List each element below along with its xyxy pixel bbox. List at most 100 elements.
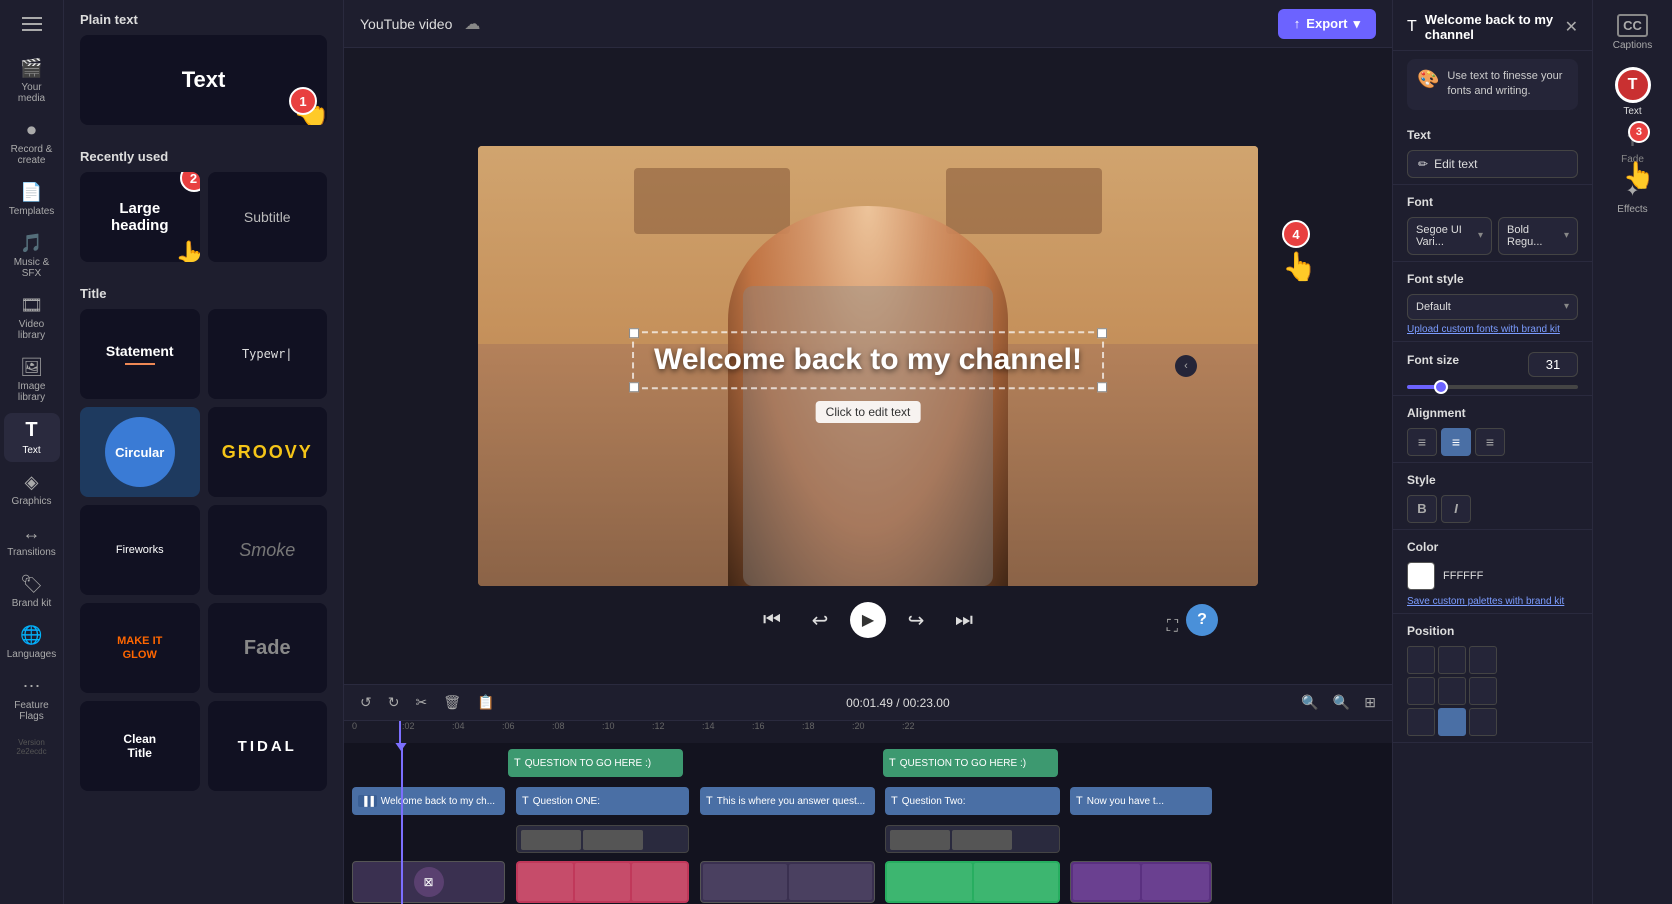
cursor-hand-2: 👆: [175, 239, 200, 262]
kitchen-cabinet: [634, 168, 790, 234]
pos-cell-6[interactable]: [1407, 708, 1435, 736]
font-size-slider[interactable]: [1407, 385, 1578, 389]
text-card-clean-title[interactable]: CleanTitle: [80, 701, 200, 791]
sidebar-hamburger[interactable]: [4, 8, 60, 40]
clip-answer-quest[interactable]: T This is where you answer quest...: [700, 787, 875, 815]
sidebar-item-text[interactable]: T Text: [4, 413, 60, 462]
tooltip-emoji: 🎨: [1417, 69, 1439, 90]
clip-empty-1[interactable]: [516, 825, 689, 853]
text-card-circular[interactable]: Circular: [80, 407, 200, 497]
color-swatch[interactable]: [1407, 562, 1435, 590]
video-clip-green[interactable]: [885, 861, 1060, 903]
handle-br[interactable]: [1097, 382, 1107, 392]
center-column: YouTube video ☁ ↑ Export ▾ 16:9: [344, 0, 1392, 904]
sidebar-item-brand-kit[interactable]: 🏷 Brand kit: [4, 568, 60, 615]
sidebar-item-languages[interactable]: 🌐 Languages: [4, 619, 60, 666]
cut-button[interactable]: ✂: [411, 692, 431, 713]
font-size-thumb[interactable]: [1434, 380, 1448, 394]
canvas-video[interactable]: Welcome back to my channel! Click to edi…: [478, 146, 1258, 586]
playback-controls: ⏮ ↩ ▶ ↪ ⏭: [754, 602, 982, 638]
export-button[interactable]: ↑ Export ▾: [1278, 9, 1376, 39]
text-card-fade[interactable]: Fade: [208, 603, 328, 693]
your-media-icon: 🎬: [20, 58, 42, 79]
font-weight-select[interactable]: Bold Regu... ▾: [1498, 217, 1578, 255]
zoom-out-button[interactable]: 🔍: [1297, 692, 1322, 713]
skip-end-button[interactable]: ⏭: [946, 602, 982, 638]
italic-button[interactable]: I: [1441, 495, 1471, 523]
sidebar-item-feature-flags[interactable]: ⋯ Feature Flags: [4, 670, 60, 728]
pos-cell-4[interactable]: [1438, 677, 1466, 705]
edit-text-button[interactable]: ✏ Edit text: [1407, 150, 1578, 178]
upload-custom-fonts-link[interactable]: Upload custom fonts with brand kit: [1407, 324, 1578, 335]
text-card-large-heading[interactable]: Largeheading 2 👆: [80, 172, 200, 262]
redo-button[interactable]: ↻: [384, 692, 404, 713]
handle-tl[interactable]: [629, 328, 639, 338]
position-title: Position: [1407, 624, 1578, 638]
pos-cell-7[interactable]: [1438, 708, 1466, 736]
clip-question-1[interactable]: T QUESTION TO GO HERE :): [508, 749, 683, 777]
sidebar-item-transitions[interactable]: ↔ Transitions: [4, 517, 60, 564]
bold-button[interactable]: B: [1407, 495, 1437, 523]
text-card-subtitle[interactable]: Subtitle: [208, 172, 328, 262]
align-left-button[interactable]: ≡: [1407, 428, 1437, 456]
font-style-select[interactable]: Default ▾: [1407, 294, 1578, 320]
clip-question-2[interactable]: T QUESTION TO GO HERE :): [883, 749, 1058, 777]
forward-button[interactable]: ↪: [898, 602, 934, 638]
sidebar-item-graphics[interactable]: ◈ Graphics: [4, 466, 60, 513]
text-card-plain[interactable]: Text 1 👆: [80, 35, 327, 125]
text-effects-item[interactable]: T Text: [1597, 61, 1668, 123]
pos-cell-5[interactable]: [1469, 677, 1497, 705]
handle-bl[interactable]: [629, 382, 639, 392]
text-card-makeitglow[interactable]: MAKE ITGLOW: [80, 603, 200, 693]
help-button[interactable]: ?: [1186, 604, 1218, 636]
text-card-typewriter[interactable]: Typewr|: [208, 309, 328, 399]
sidebar-item-templates[interactable]: 📄 Templates: [4, 176, 60, 223]
undo-button[interactable]: ↺: [356, 692, 376, 713]
panel-close-button[interactable]: ✕: [1565, 17, 1578, 37]
pos-cell-0[interactable]: [1407, 646, 1435, 674]
skip-start-button[interactable]: ⏮: [754, 602, 790, 638]
video-clip-pink[interactable]: [516, 861, 689, 903]
clip-question-one[interactable]: T Question ONE:: [516, 787, 689, 815]
sidebar-item-music-sfx[interactable]: 🎵 Music & SFX: [4, 227, 60, 285]
captions-panel-item[interactable]: CC Captions: [1607, 8, 1658, 57]
clip-question-two[interactable]: T Question Two:: [885, 787, 1060, 815]
pos-cell-2[interactable]: [1469, 646, 1497, 674]
video-clip-1[interactable]: ⊠: [352, 861, 505, 903]
sidebar-item-video-library[interactable]: 🎞 Video library: [4, 289, 60, 347]
text-card-statement[interactable]: Statement: [80, 309, 200, 399]
pos-cell-3[interactable]: [1407, 677, 1435, 705]
font-family-select[interactable]: Segoe UI Vari... ▾: [1407, 217, 1492, 255]
delete-button[interactable]: 🗑: [439, 692, 465, 713]
fit-button[interactable]: ⊞: [1360, 692, 1380, 713]
edit-tooltip[interactable]: Click to edit text: [816, 401, 921, 423]
text-card-groovy[interactable]: GROOVY: [208, 407, 328, 497]
sidebar-item-your-media[interactable]: 🎬 Your media: [4, 52, 60, 110]
pos-cell-1[interactable]: [1438, 646, 1466, 674]
video-clip-3[interactable]: [1070, 861, 1212, 903]
collapse-right-panel[interactable]: ‹: [1175, 355, 1197, 377]
pos-cell-8[interactable]: [1469, 708, 1497, 736]
rewind-button[interactable]: ↩: [802, 602, 838, 638]
clip-welcome[interactable]: ▐▐ Welcome back to my ch...: [352, 787, 505, 815]
video-clip-2[interactable]: [700, 861, 875, 903]
align-right-button[interactable]: ≡: [1475, 428, 1505, 456]
fade-item[interactable]: T Fade 3 👆: [1615, 127, 1650, 171]
play-pause-button[interactable]: ▶: [850, 602, 886, 638]
clip-empty-2[interactable]: [885, 825, 1060, 853]
text-overlay-container[interactable]: Welcome back to my channel!: [632, 331, 1104, 389]
sidebar-item-record-create[interactable]: ⏺ Record & create: [4, 114, 60, 172]
copy-button[interactable]: 📋: [473, 692, 498, 713]
handle-tr[interactable]: [1097, 328, 1107, 338]
clip-now-you-have[interactable]: T Now you have t...: [1070, 787, 1212, 815]
text-card-tidal[interactable]: TIDAL: [208, 701, 328, 791]
text-card-smoke[interactable]: Smoke: [208, 505, 328, 595]
sidebar-item-image-library[interactable]: 🖼 Image library: [4, 351, 60, 409]
text-card-fireworks[interactable]: Fireworks: [80, 505, 200, 595]
fullscreen-button[interactable]: ⛶: [1167, 618, 1178, 636]
save-custom-palettes-link[interactable]: Save custom palettes with brand kit: [1407, 596, 1578, 607]
font-size-input[interactable]: [1528, 352, 1578, 377]
font-style-value: Default: [1416, 301, 1451, 313]
align-center-button[interactable]: ≡: [1441, 428, 1471, 456]
zoom-in-button[interactable]: 🔍: [1329, 692, 1354, 713]
